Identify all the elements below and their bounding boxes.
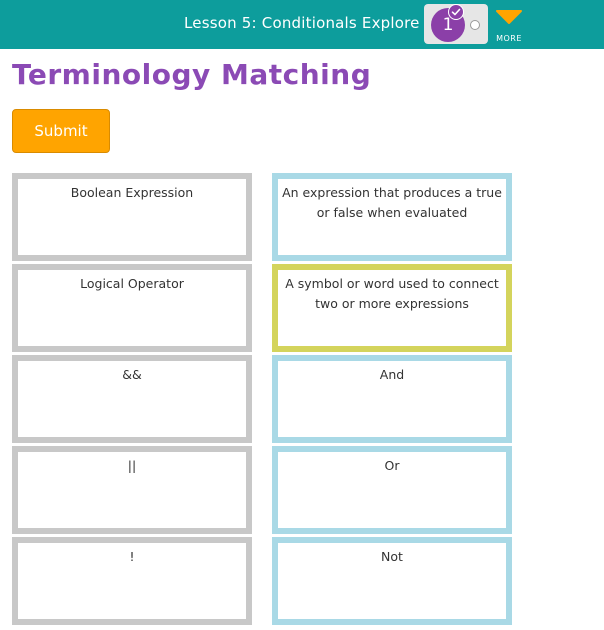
check-icon bbox=[448, 4, 464, 20]
term-card[interactable]: || bbox=[12, 446, 252, 534]
progress-indicator[interactable]: 1 bbox=[424, 4, 488, 44]
definition-card[interactable]: An expression that produces a true or fa… bbox=[272, 173, 512, 261]
triangle-down-icon bbox=[496, 10, 522, 24]
term-card[interactable]: Logical Operator bbox=[12, 264, 252, 352]
definition-card[interactable]: Not bbox=[272, 537, 512, 625]
definition-card[interactable]: And bbox=[272, 355, 512, 443]
more-label: MORE bbox=[496, 34, 522, 43]
term-card[interactable]: && bbox=[12, 355, 252, 443]
progress-dot[interactable] bbox=[470, 20, 480, 30]
definition-card-selected[interactable]: A symbol or word used to connect two or … bbox=[272, 264, 512, 352]
top-bar: Lesson 5: Conditionals Explore 1 MORE bbox=[0, 0, 604, 49]
lesson-title: Lesson 5: Conditionals Explore bbox=[184, 14, 420, 32]
term-card[interactable]: ! bbox=[12, 537, 252, 625]
term-card[interactable]: Boolean Expression bbox=[12, 173, 252, 261]
submit-button[interactable]: Submit bbox=[12, 109, 110, 153]
definition-card[interactable]: Or bbox=[272, 446, 512, 534]
page-title: Terminology Matching bbox=[12, 58, 372, 91]
more-menu-button[interactable]: MORE bbox=[494, 8, 524, 46]
